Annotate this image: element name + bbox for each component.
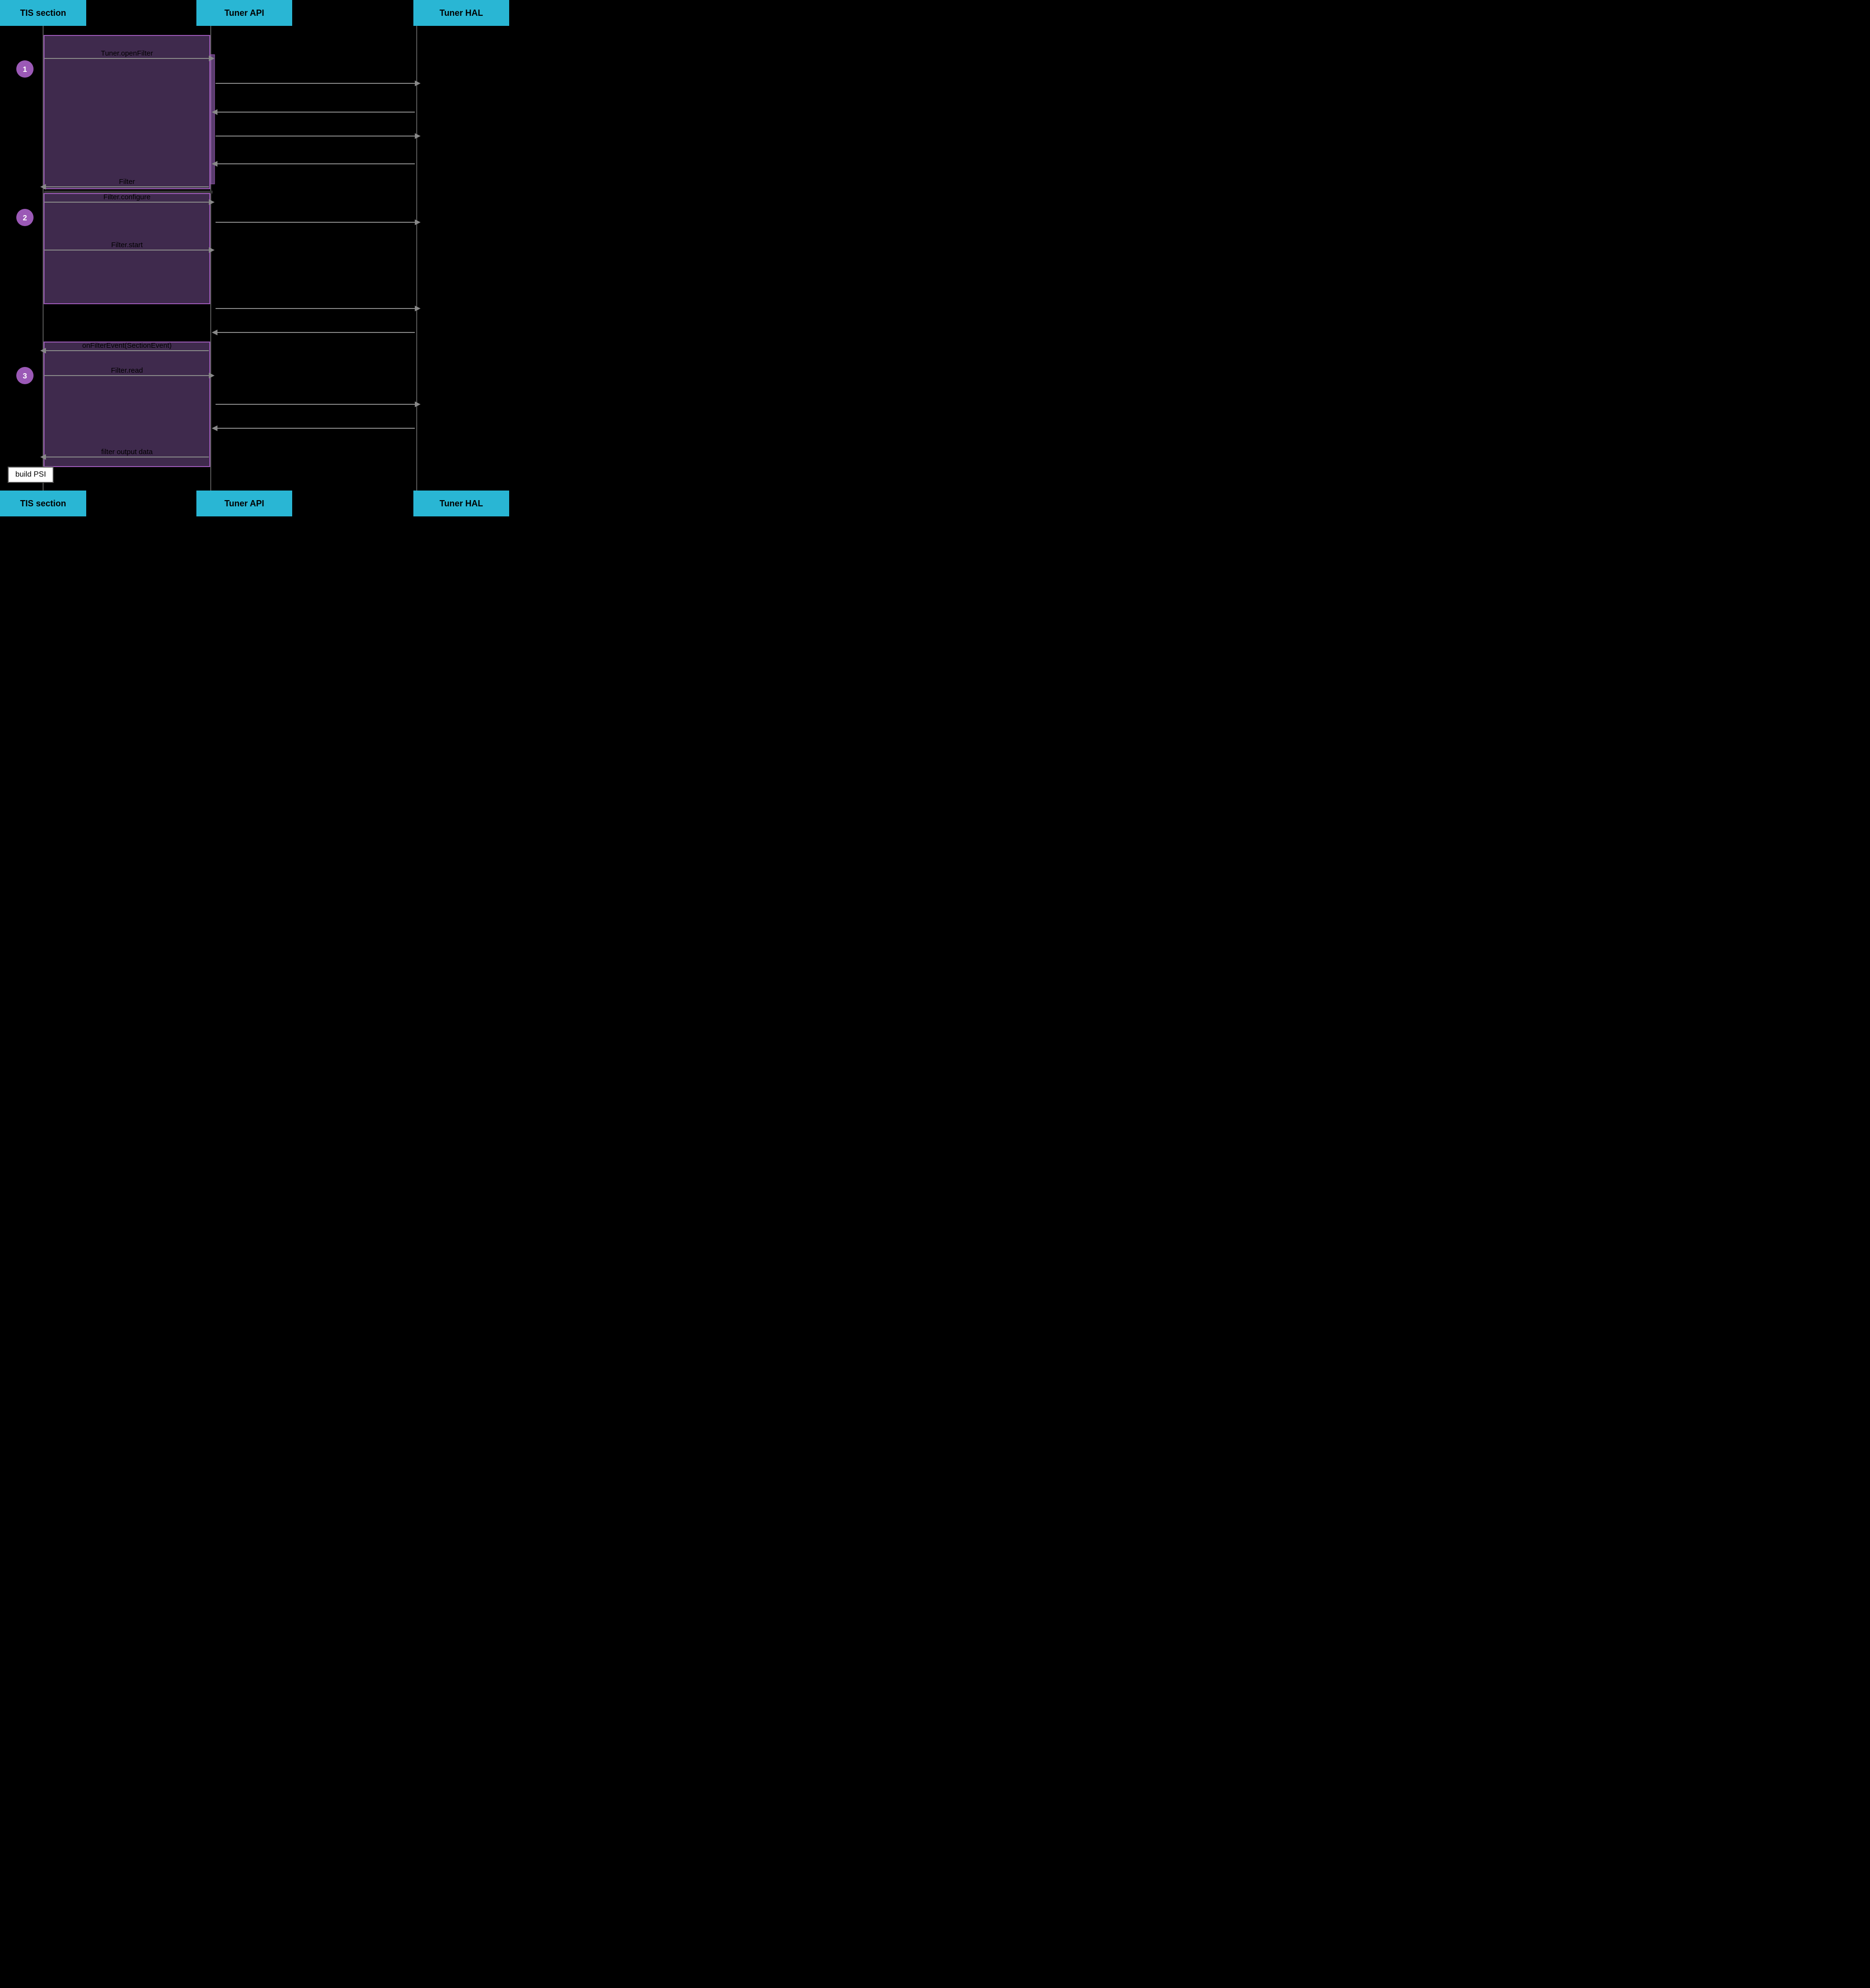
header-tis: TIS section [0, 0, 86, 26]
arrows-svg: 1 Tuner.openFilter Filter [0, 26, 509, 491]
footer-bar: TIS section Tuner API Tuner HAL [0, 491, 509, 516]
svg-text:onFilterEvent(SectionEvent): onFilterEvent(SectionEvent) [82, 342, 172, 350]
build-psi-box: build PSI [8, 467, 54, 483]
header-bar: TIS section Tuner API Tuner HAL [0, 0, 509, 26]
svg-text:filter output data: filter output data [101, 448, 153, 456]
svg-text:Filter.configure: Filter.configure [103, 193, 150, 201]
svg-text:1: 1 [23, 66, 27, 74]
sequence-diagram: TIS section Tuner API Tuner HAL 1 Tuner.… [0, 0, 509, 516]
svg-text:Filter.start: Filter.start [111, 241, 143, 249]
svg-text:3: 3 [23, 372, 27, 380]
svg-text:Tuner.openFilter: Tuner.openFilter [101, 49, 153, 57]
sequence-area: 1 Tuner.openFilter Filter [0, 26, 509, 491]
svg-text:Filter: Filter [119, 178, 135, 186]
header-tuner-api: Tuner API [196, 0, 292, 26]
build-psi-label: build PSI [15, 470, 46, 479]
footer-tis: TIS section [0, 491, 86, 516]
header-tuner-hal: Tuner HAL [413, 0, 509, 26]
svg-text:Filter.read: Filter.read [111, 366, 143, 375]
footer-tuner-hal: Tuner HAL [413, 491, 509, 516]
svg-text:2: 2 [23, 214, 27, 222]
footer-tuner-api: Tuner API [196, 491, 292, 516]
